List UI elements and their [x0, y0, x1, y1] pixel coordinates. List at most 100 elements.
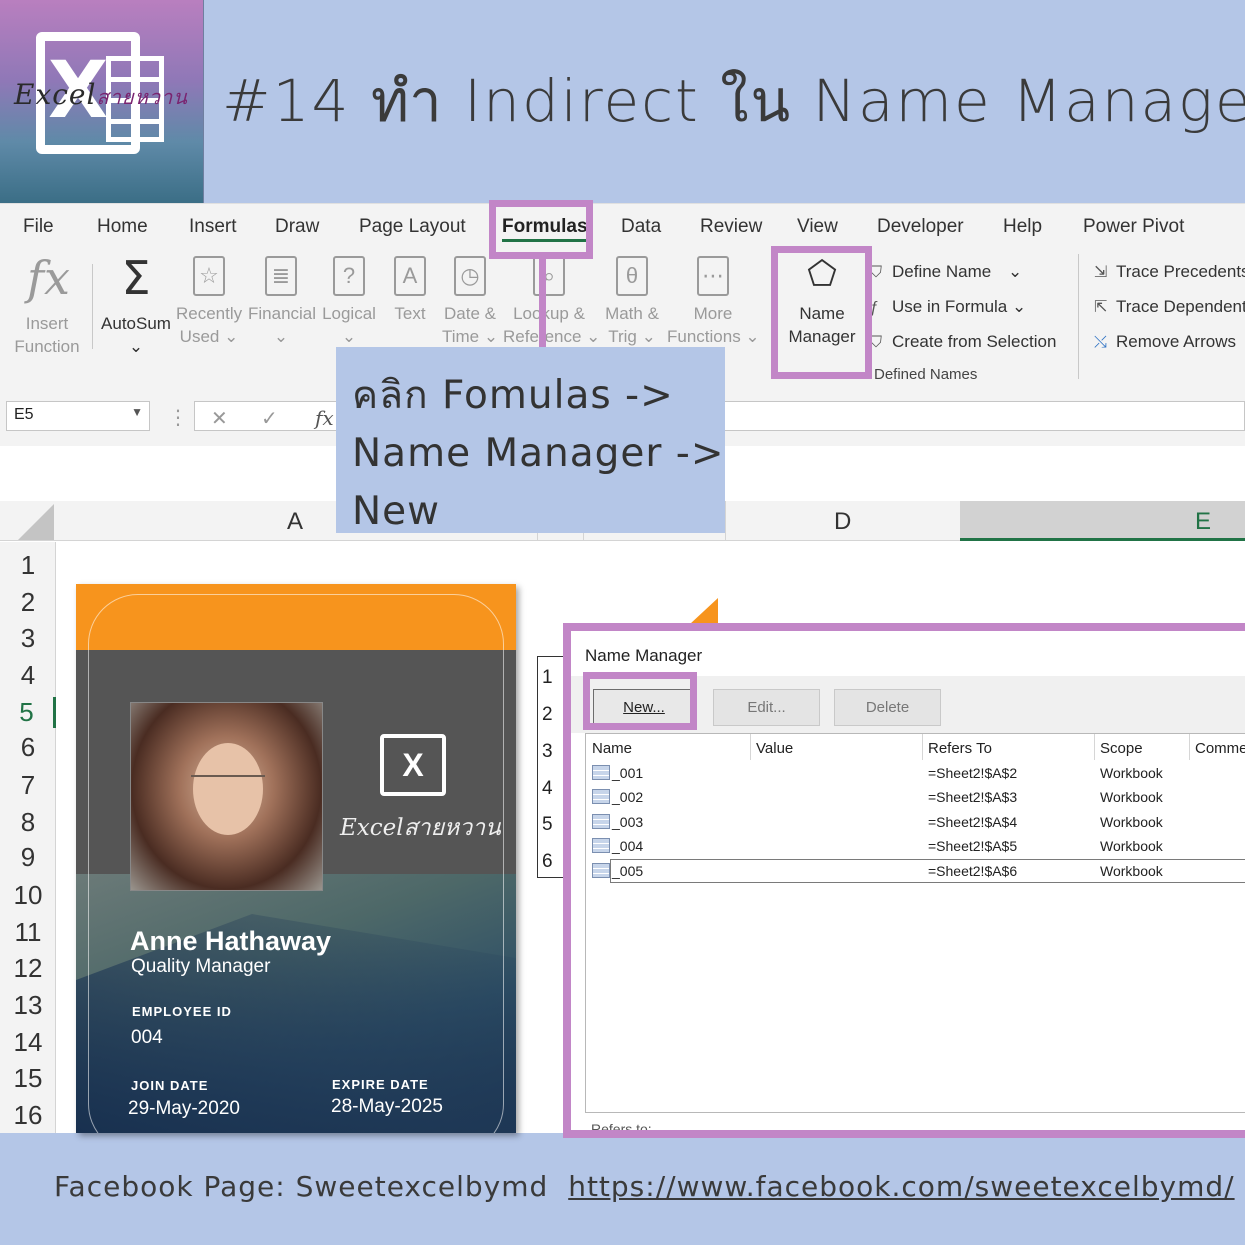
row-header[interactable]: 4 [0, 660, 56, 691]
table-row[interactable]: _003 =Sheet2!$A$4 Workbook [586, 810, 1245, 834]
row-header[interactable]: 9 [0, 842, 56, 873]
tab-page-layout[interactable]: Page Layout [359, 216, 466, 238]
row-header[interactable]: 10 [0, 880, 56, 911]
row-name: _003 [612, 814, 644, 830]
insert-function-label-1: Insert [25, 314, 69, 333]
name-range-icon [592, 789, 610, 804]
more-functions-button[interactable]: ⋯ More Functions ⌄ [667, 256, 760, 348]
text-button[interactable]: A Text [390, 256, 430, 325]
clock-icon: ◷ [454, 256, 486, 296]
row-header[interactable]: 7 [0, 770, 56, 801]
remove-arrows-icon: ⤯ [1094, 334, 1107, 351]
ribbon-separator [92, 264, 93, 349]
column-header-d[interactable]: D [834, 508, 851, 536]
employee-photo [130, 702, 323, 891]
row-header[interactable]: 13 [0, 990, 56, 1021]
edit-name-button[interactable]: Edit... [713, 689, 820, 726]
row-header[interactable]: 1 [0, 550, 56, 581]
row-name: _001 [612, 765, 644, 781]
tab-insert[interactable]: Insert [189, 216, 237, 238]
cancel-icon[interactable]: ✕ [211, 406, 228, 431]
autosum-button[interactable]: Σ AutoSum ⌄ [98, 255, 174, 358]
name-box[interactable]: E5 ▼ [6, 401, 150, 431]
row-header[interactable]: 8 [0, 807, 56, 838]
footer: Facebook Page: Sweetexcelbymd https://ww… [54, 1170, 1235, 1203]
use-in-formula-label: Use in Formula [892, 297, 1008, 316]
row-header[interactable]: 16 [0, 1100, 56, 1131]
col-header-refers-to[interactable]: Refers To [928, 740, 992, 757]
list-item: 2 [542, 704, 553, 725]
col-header-name[interactable]: Name [592, 740, 632, 757]
list-item: 5 [542, 814, 553, 835]
list-item: 1 [542, 667, 553, 688]
table-row[interactable]: _002 =Sheet2!$A$3 Workbook [586, 785, 1245, 809]
fx-icon: fx [27, 251, 70, 305]
tab-developer[interactable]: Developer [877, 216, 964, 238]
tab-help[interactable]: Help [1003, 216, 1042, 238]
recently-used-button[interactable]: ☆ Recently Used ⌄ [176, 256, 242, 348]
join-date-label: JOIN DATE [131, 1078, 209, 1093]
row-header[interactable]: 14 [0, 1027, 56, 1058]
enter-icon[interactable]: ✓ [261, 406, 278, 431]
row-header-selected[interactable]: 5 [0, 697, 56, 728]
tab-review[interactable]: Review [700, 216, 762, 238]
trace-precedents-button[interactable]: ⇲ Trace Precedents [1094, 262, 1245, 282]
date-time-label-1: Date & [444, 304, 496, 323]
use-in-formula-button[interactable]: ƒ Use in Formula ⌄ [870, 297, 1026, 317]
tab-file[interactable]: File [23, 216, 54, 238]
row-header[interactable]: 11 [0, 917, 56, 948]
new-button-highlight [583, 672, 697, 730]
row-refers-to: =Sheet2!$A$4 [928, 814, 1018, 830]
ribbon-separator [1078, 254, 1079, 379]
tab-draw[interactable]: Draw [275, 216, 319, 238]
date-time-button[interactable]: ◷ Date & Time ⌄ [440, 256, 500, 348]
table-row[interactable]: _004 =Sheet2!$A$5 Workbook [586, 834, 1245, 858]
defined-names-group-label: Defined Names [874, 366, 978, 383]
tab-home[interactable]: Home [97, 216, 148, 238]
tab-view[interactable]: View [797, 216, 838, 238]
page-title: #14 ทำ Indirect ใน Name Manager [222, 67, 1245, 135]
list-item: 6 [542, 851, 553, 872]
table-row[interactable]: _001 =Sheet2!$A$2 Workbook [586, 761, 1245, 785]
define-name-button[interactable]: ⛉ Define Name ⌄ [870, 262, 1022, 282]
column-divider [750, 734, 751, 760]
col-header-scope[interactable]: Scope [1100, 740, 1143, 757]
row-headers: 1 2 3 4 5 6 7 8 9 10 11 12 13 14 15 16 [0, 542, 56, 1133]
remove-arrows-button[interactable]: ⤯ Remove Arrows [1094, 332, 1236, 352]
more-options-icon[interactable]: ⋮ [168, 405, 188, 430]
row-header[interactable]: 12 [0, 953, 56, 984]
chevron-down-icon[interactable]: ▼ [131, 405, 143, 419]
lookup-reference-button[interactable]: ⌕ Lookup & Reference ⌄ [503, 256, 600, 348]
row-header[interactable]: 2 [0, 587, 56, 618]
row-scope: Workbook [1100, 814, 1163, 830]
insert-function-button[interactable]: fx Insert Function [8, 251, 86, 358]
delete-name-button[interactable]: Delete [834, 689, 941, 726]
column-header-e[interactable]: E [1195, 508, 1211, 536]
card-logo-text: Excelสายหวาน [340, 815, 501, 841]
row-header[interactable]: 6 [0, 732, 56, 763]
logical-button[interactable]: ? Logical ⌄ [321, 256, 377, 348]
facebook-link[interactable]: https://www.facebook.com/sweetexcelbymd/ [568, 1170, 1234, 1203]
column-divider [1189, 734, 1190, 760]
create-from-selection-button[interactable]: ⛉ Create from Selection [870, 332, 1056, 352]
col-header-comment[interactable]: Comme [1195, 740, 1245, 757]
tab-power-pivot[interactable]: Power Pivot [1083, 216, 1184, 238]
card-logo-x-icon: X [380, 734, 446, 796]
row-header[interactable]: 3 [0, 623, 56, 654]
financial-label: Financial [248, 304, 317, 323]
financial-button[interactable]: ≣ Financial ⌄ [248, 256, 317, 348]
trace-dependents-button[interactable]: ⇱ Trace Dependents [1094, 297, 1245, 317]
tab-data[interactable]: Data [621, 216, 661, 238]
row-header[interactable]: 15 [0, 1063, 56, 1094]
select-all-corner[interactable] [18, 504, 54, 540]
insert-function-icon[interactable]: fx [315, 406, 334, 430]
math-trig-button[interactable]: θ Math & Trig ⌄ [600, 256, 664, 348]
column-header-a[interactable]: A [287, 508, 303, 536]
text-label: Text [394, 304, 426, 323]
col-header-value[interactable]: Value [756, 740, 793, 757]
employee-id-card: X Excelสายหวาน Anne Hathaway Quality Man… [76, 584, 516, 1133]
list-item: 4 [542, 778, 553, 799]
trace-precedents-label: Trace Precedents [1116, 262, 1245, 281]
math-trig-label-1: Math & [605, 304, 659, 323]
logical-label: Logical [322, 304, 376, 323]
